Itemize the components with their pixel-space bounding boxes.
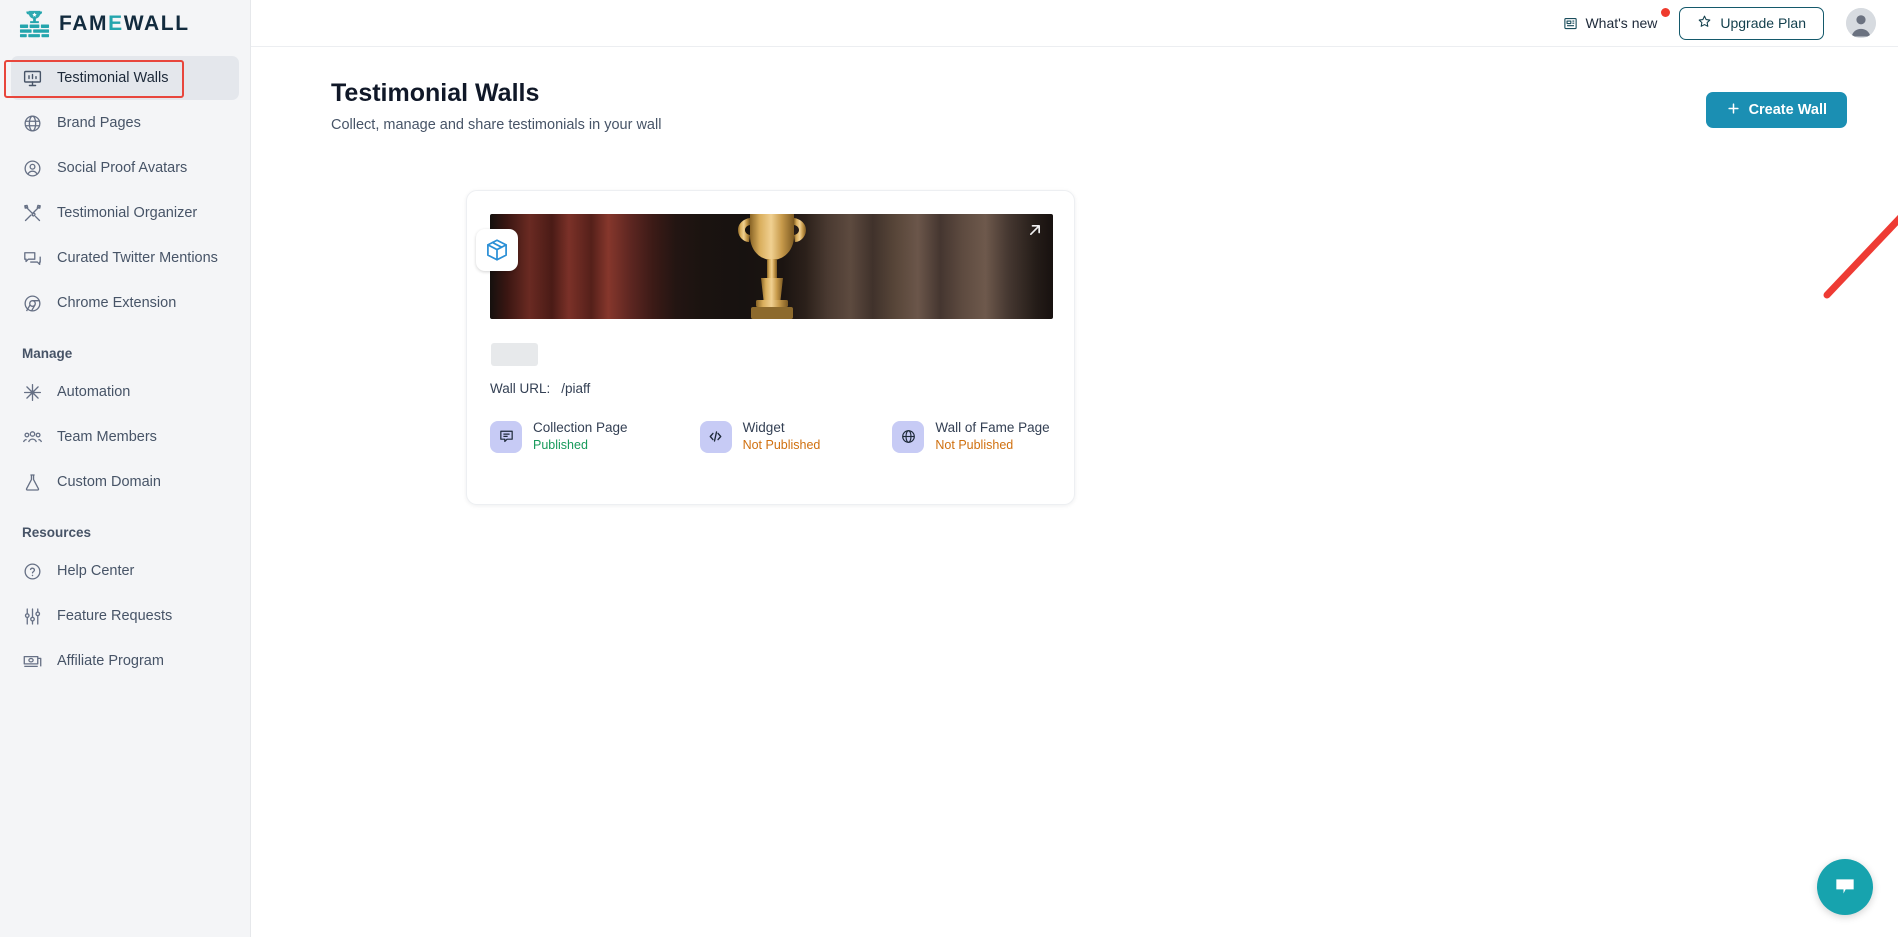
wall-name-placeholder [491, 343, 538, 366]
sidebar-item-social-proof-avatars[interactable]: Social Proof Avatars [11, 146, 239, 190]
status-label: Collection Page [533, 420, 628, 435]
sidebar-item-label: Custom Domain [57, 474, 161, 490]
sidebar: FAMEWALL Testimonial Walls Brand Pages S… [0, 0, 251, 937]
sidebar-item-chrome-extension[interactable]: Chrome Extension [11, 281, 239, 325]
create-wall-label: Create Wall [1748, 102, 1827, 118]
wall-url-label: Wall URL: [490, 381, 551, 396]
sidebar-item-custom-domain[interactable]: Custom Domain [11, 460, 239, 504]
sidebar-item-label: Brand Pages [57, 115, 141, 131]
sidebar-item-label: Testimonial Organizer [57, 205, 198, 221]
sidebar-item-curated-twitter-mentions[interactable]: Curated Twitter Mentions [11, 236, 239, 280]
sidebar-item-testimonial-walls[interactable]: Testimonial Walls [11, 56, 239, 100]
upgrade-plan-label: Upgrade Plan [1720, 15, 1806, 31]
app-logo-wordmark: FAMEWALL [59, 12, 190, 36]
create-wall-button[interactable]: Create Wall [1705, 92, 1847, 128]
money-card-icon [22, 651, 43, 672]
sidebar-nav: Testimonial Walls Brand Pages Social Pro… [0, 47, 250, 683]
status-wall-of-fame-page[interactable]: Wall of Fame Page Not Published [892, 419, 1050, 454]
logo-text-prefix: FAM [59, 11, 109, 35]
notification-dot [1661, 8, 1671, 17]
user-avatar[interactable] [1846, 8, 1876, 38]
flask-icon [22, 472, 43, 493]
sidebar-item-label: Feature Requests [57, 608, 173, 624]
arrow-up-right-icon[interactable] [1025, 220, 1045, 240]
wall-url-row: Wall URL: /piaff [490, 381, 590, 396]
sidebar-item-feature-requests[interactable]: Feature Requests [11, 594, 239, 638]
status-badge: Not Published [935, 438, 1014, 453]
sidebar-item-label: Chrome Extension [57, 295, 177, 311]
star-icon [1697, 14, 1712, 32]
whats-new-button[interactable]: What's new [1563, 8, 1671, 31]
sparkle-gear-icon [22, 382, 43, 403]
wall-banner-image [490, 214, 1053, 319]
sidebar-item-label: Automation [57, 384, 131, 400]
plus-icon [1726, 101, 1741, 120]
sidebar-item-automation[interactable]: Automation [11, 370, 239, 414]
users-group-icon [22, 427, 43, 448]
app-logo[interactable]: FAMEWALL [0, 0, 250, 47]
sidebar-item-label: Team Members [57, 429, 157, 445]
globe-grid-icon [22, 113, 43, 134]
sidebar-item-label: Social Proof Avatars [57, 160, 188, 176]
globe-icon [892, 420, 925, 453]
page-subtitle: Collect, manage and share testimonials i… [331, 117, 662, 133]
top-bar: What's new Upgrade Plan [251, 0, 1898, 47]
status-badge: Published [533, 438, 588, 453]
page-header: Testimonial Walls Collect, manage and sh… [251, 47, 1898, 133]
tools-icon [22, 203, 43, 224]
sidebar-section-resources-title: Resources [22, 525, 92, 540]
status-label: Wall of Fame Page [935, 420, 1050, 435]
trophy-image [737, 214, 806, 319]
code-brackets-icon [699, 420, 732, 453]
status-collection-page[interactable]: Collection Page Published [490, 419, 628, 454]
sliders-icon [22, 606, 43, 627]
sidebar-section-manage-title: Manage [22, 346, 73, 361]
trophy-wall-logo-icon [19, 8, 50, 39]
box-package-icon [487, 239, 507, 261]
news-icon [1563, 16, 1578, 31]
page-title: Testimonial Walls [331, 79, 540, 107]
wall-card[interactable]: Wall URL: /piaff Collection Page Publish… [466, 190, 1075, 505]
chat-bubble-icon [1836, 879, 1854, 894]
logo-text-suffix: WALL [123, 11, 190, 35]
wall-badge [476, 229, 518, 271]
sidebar-item-label: Curated Twitter Mentions [57, 250, 218, 266]
chrome-icon [22, 293, 43, 314]
logo-text-accent: E [108, 11, 124, 35]
chat-support-button[interactable] [1817, 859, 1873, 915]
chat-square-icon [490, 420, 522, 453]
sidebar-item-label: Affiliate Program [57, 653, 164, 669]
chat-bubbles-icon [22, 248, 43, 269]
sidebar-item-affiliate-program[interactable]: Affiliate Program [11, 639, 239, 683]
sidebar-item-label: Testimonial Walls [57, 70, 169, 86]
status-widget[interactable]: Widget Not Published [699, 419, 821, 454]
question-circle-icon [22, 561, 43, 582]
whats-new-label: What's new [1585, 15, 1658, 31]
user-circle-icon [22, 158, 43, 179]
main-content: Testimonial Walls Collect, manage and sh… [251, 47, 1898, 937]
wall-status-row: Collection Page Published Widget Not Pub… [490, 419, 1055, 454]
sidebar-item-testimonial-organizer[interactable]: Testimonial Organizer [11, 191, 239, 235]
sidebar-item-help-center[interactable]: Help Center [11, 549, 239, 593]
status-label: Widget [742, 420, 785, 435]
presentation-chart-icon [22, 68, 43, 89]
upgrade-plan-button[interactable]: Upgrade Plan [1679, 6, 1824, 40]
annotation-arrow [1823, 214, 1898, 299]
sidebar-item-label: Help Center [57, 563, 135, 579]
status-badge: Not Published [742, 438, 821, 453]
sidebar-item-brand-pages[interactable]: Brand Pages [11, 101, 239, 145]
wall-url-value[interactable]: /piaff [561, 381, 590, 396]
sidebar-item-team-members[interactable]: Team Members [11, 415, 239, 459]
